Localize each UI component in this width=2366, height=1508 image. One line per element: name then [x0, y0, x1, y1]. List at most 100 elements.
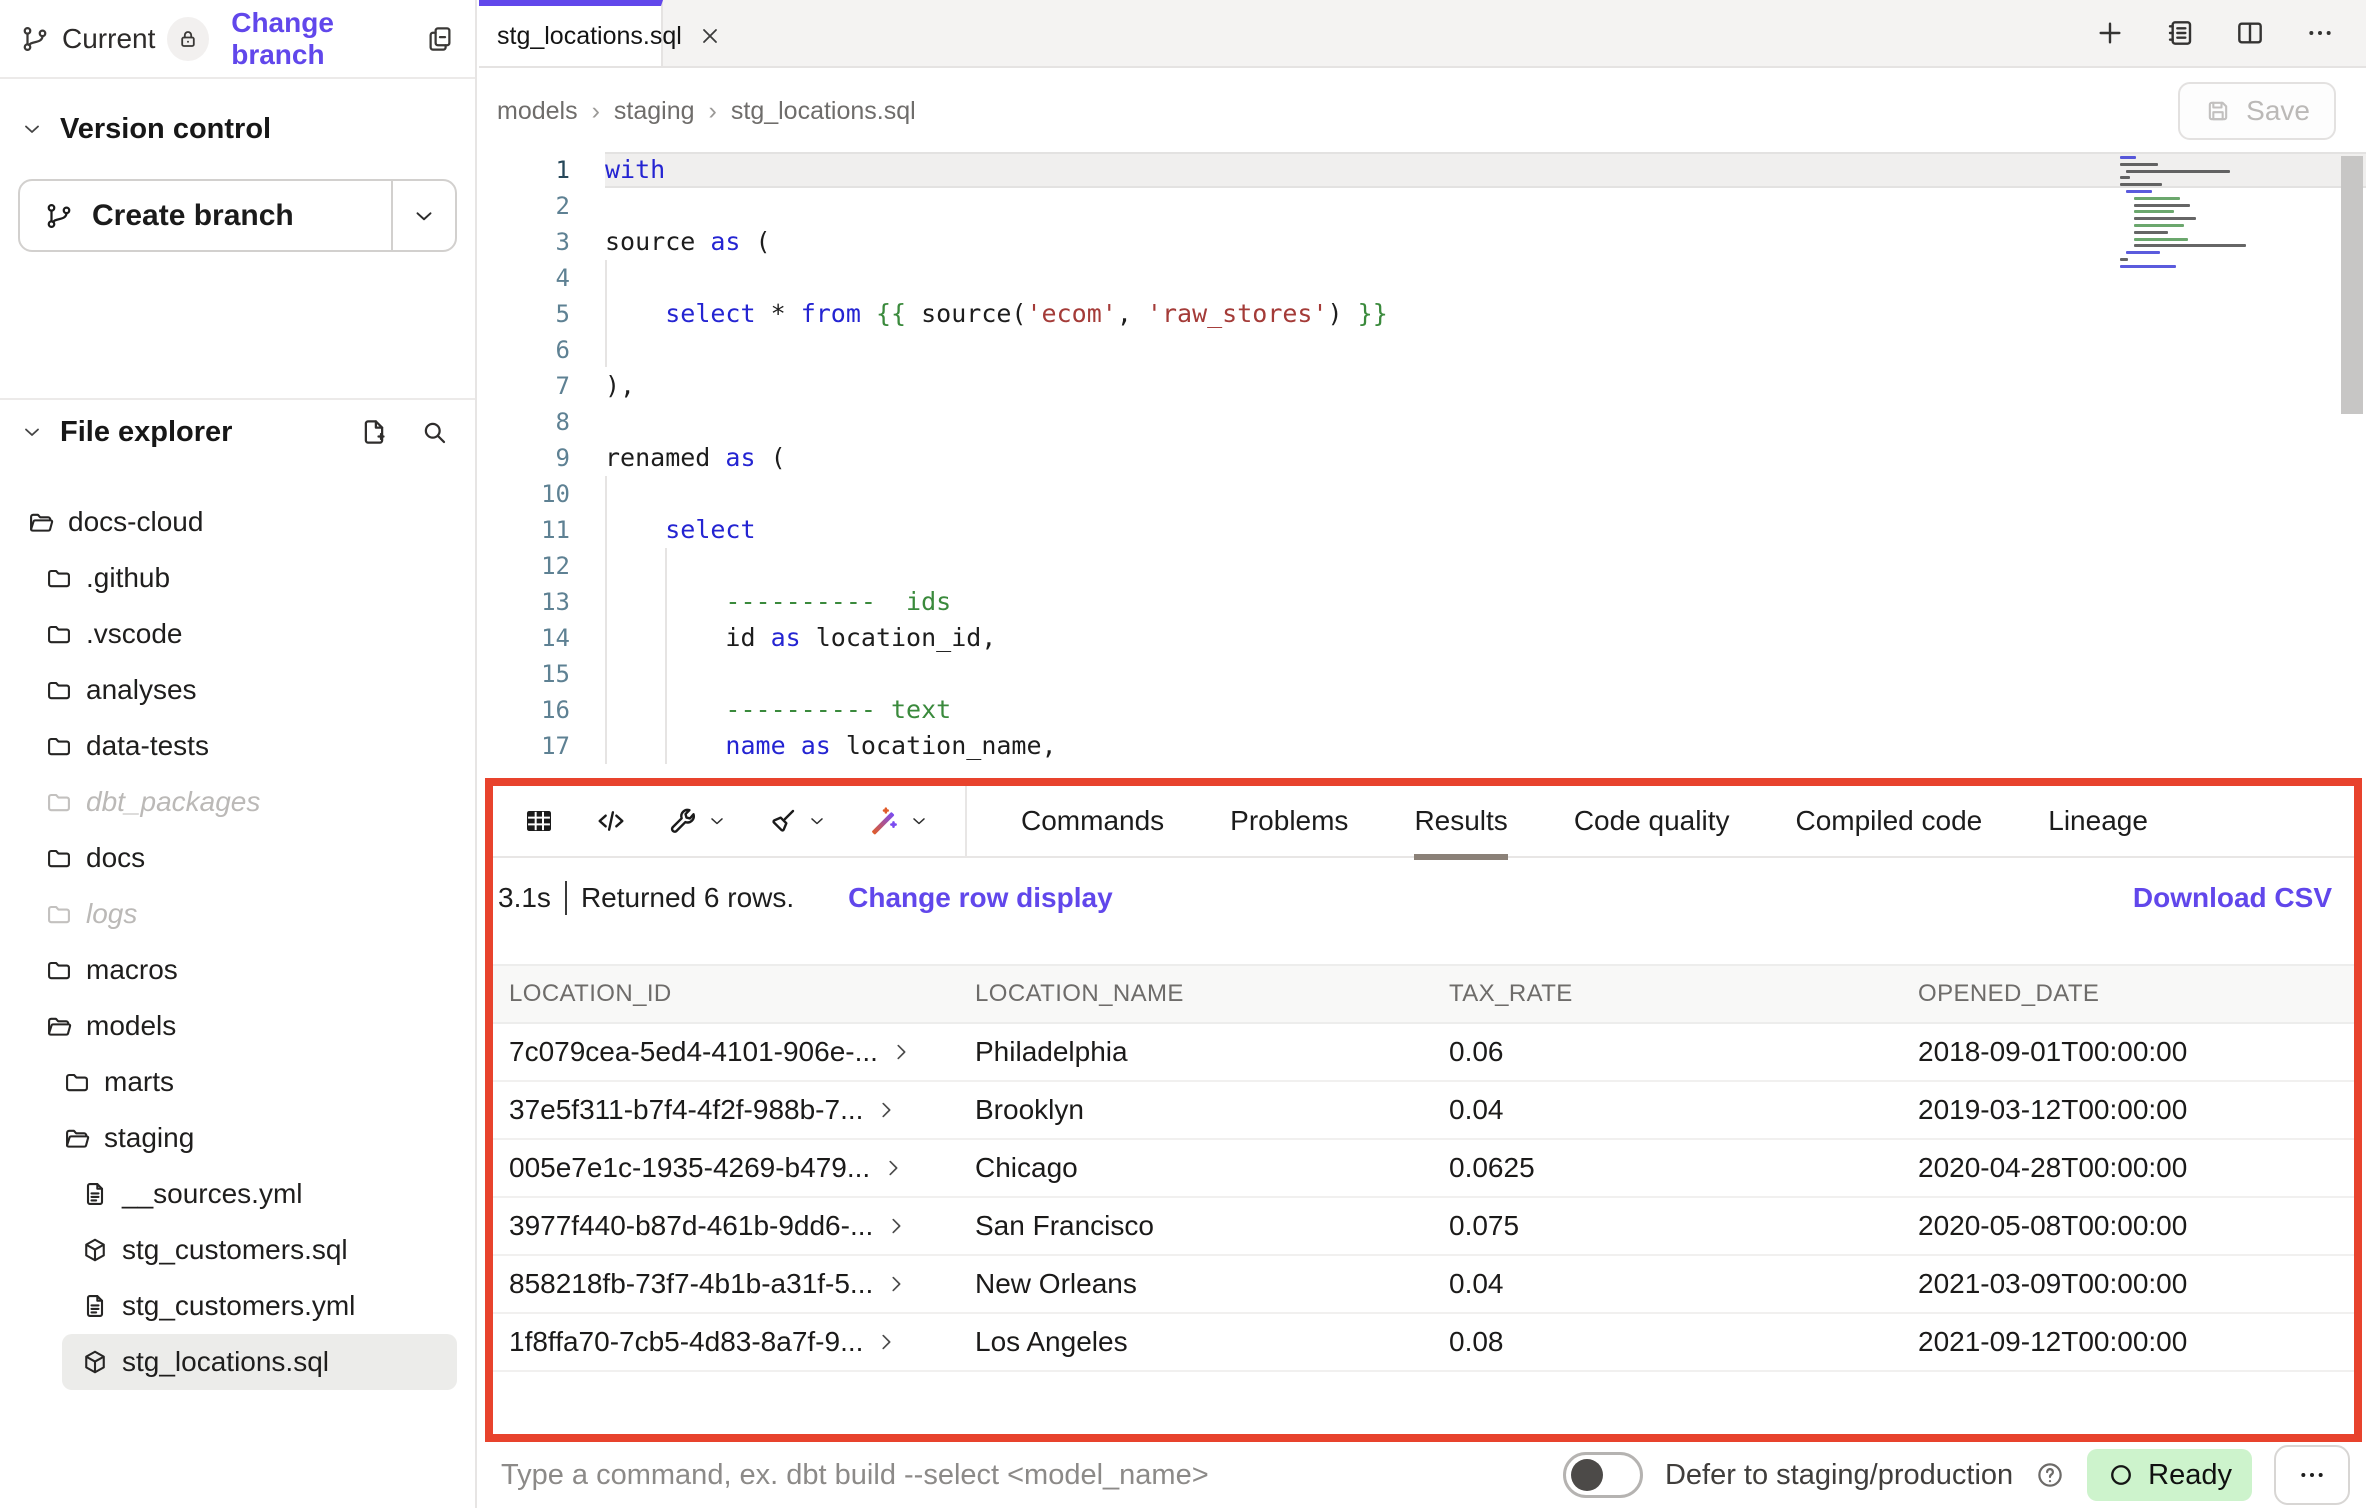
chevron-down-icon [20, 420, 44, 444]
cell-location-name: Brooklyn [959, 1094, 1433, 1126]
defer-toggle[interactable] [1563, 1452, 1643, 1498]
column-header[interactable]: LOCATION_NAME [959, 980, 1433, 1008]
expand-cell-icon[interactable] [885, 1273, 907, 1295]
tree-item-staging[interactable]: staging [0, 1110, 475, 1166]
defer-label: Defer to staging/production [1665, 1459, 2013, 1492]
tree-item-docs[interactable]: docs [0, 830, 475, 886]
editor-scrollbar[interactable] [2341, 156, 2363, 414]
table-row[interactable]: 858218fb-73f7-4b1b-a31f-5... New Orleans… [493, 1256, 2354, 1314]
code-line-5[interactable]: 5 select * from {{ source('ecom', 'raw_s… [479, 296, 2366, 332]
status-ring-icon [2107, 1461, 2135, 1489]
tree-item-data-tests[interactable]: data-tests [0, 718, 475, 774]
tree-item-logs[interactable]: logs [0, 886, 475, 942]
tree-item--github[interactable]: .github [0, 550, 475, 606]
code-line-2[interactable]: 2 [479, 188, 2366, 224]
table-row[interactable]: 005e7e1c-1935-4269-b479... Chicago 0.062… [493, 1140, 2354, 1198]
tree-item-stg-locations-sql[interactable]: stg_locations.sql [62, 1334, 457, 1390]
breadcrumb-item[interactable]: staging [614, 97, 695, 126]
new-file-icon[interactable] [359, 417, 389, 447]
expand-cell-icon[interactable] [875, 1099, 897, 1121]
folder-icon [63, 1068, 91, 1096]
more-options-icon[interactable] [2304, 17, 2336, 49]
tree-item-analyses[interactable]: analyses [0, 662, 475, 718]
table-row[interactable]: 3977f440-b87d-461b-9dd6-... San Francisc… [493, 1198, 2354, 1256]
create-branch-dropdown[interactable] [391, 181, 455, 250]
expand-cell-icon[interactable] [885, 1215, 907, 1237]
code-line-4[interactable]: 4 [479, 260, 2366, 296]
panel-tab-compiled-code[interactable]: Compiled code [1795, 786, 1982, 856]
column-header[interactable]: OPENED_DATE [1902, 980, 2354, 1008]
tree-item-docs-cloud[interactable]: docs-cloud [0, 494, 475, 550]
code-line-8[interactable]: 8 [479, 404, 2366, 440]
more-button[interactable] [2274, 1445, 2350, 1505]
code-line-16[interactable]: 16 ---------- text [479, 692, 2366, 728]
tree-item-stg-customers-sql[interactable]: stg_customers.sql [0, 1222, 475, 1278]
save-button[interactable]: Save [2178, 82, 2336, 140]
tree-item-models[interactable]: models [0, 998, 475, 1054]
code-line-1[interactable]: 1with [479, 152, 2366, 188]
column-header[interactable]: TAX_RATE [1433, 980, 1902, 1008]
version-control-header[interactable]: Version control [0, 97, 475, 161]
panel-tab-results[interactable]: Results [1414, 786, 1507, 856]
code-line-12[interactable]: 12 [479, 548, 2366, 584]
compile-code-button[interactable] [575, 805, 647, 837]
change-row-display-link[interactable]: Change row display [848, 882, 1113, 914]
code-line-15[interactable]: 15 [479, 656, 2366, 692]
file-explorer-header[interactable]: File explorer [0, 400, 475, 464]
code-line-17[interactable]: 17 name as location_name, [479, 728, 2366, 764]
build-menu-button[interactable] [647, 805, 747, 837]
code-line-10[interactable]: 10 [479, 476, 2366, 512]
tree-item--sources-yml[interactable]: __sources.yml [0, 1166, 475, 1222]
table-row[interactable]: 37e5f311-b7f4-4f2f-988b-7... Brooklyn 0.… [493, 1082, 2354, 1140]
cell-location-name: New Orleans [959, 1268, 1433, 1300]
lint-menu-button[interactable] [747, 805, 847, 837]
cell-location-name: Los Angeles [959, 1326, 1433, 1358]
code-line-7[interactable]: 7), [479, 368, 2366, 404]
new-tab-icon[interactable] [2094, 17, 2126, 49]
code-line-6[interactable]: 6 [479, 332, 2366, 368]
table-row[interactable]: 1f8ffa70-7cb5-4d83-8a7f-9... Los Angeles… [493, 1314, 2354, 1372]
code-editor[interactable]: 1with23source as (45 select * from {{ so… [479, 152, 2366, 778]
code-line-11[interactable]: 11 select [479, 512, 2366, 548]
expand-cell-icon[interactable] [882, 1157, 904, 1179]
tree-item-dbt-packages[interactable]: dbt_packages [0, 774, 475, 830]
tree-item--vscode[interactable]: .vscode [0, 606, 475, 662]
help-icon[interactable] [2035, 1460, 2065, 1490]
preview-grid-button[interactable] [503, 805, 575, 837]
panel-tab-problems[interactable]: Problems [1230, 786, 1348, 856]
tab-stg-locations[interactable]: stg_locations.sql [479, 0, 663, 66]
expand-cell-icon[interactable] [890, 1041, 912, 1063]
code-line-3[interactable]: 3source as ( [479, 224, 2366, 260]
ai-fix-menu-button[interactable] [847, 804, 949, 838]
tree-item-marts[interactable]: marts [0, 1054, 475, 1110]
code-line-14[interactable]: 14 id as location_id, [479, 620, 2366, 656]
create-branch-button[interactable]: Create branch [20, 181, 391, 250]
changelog-icon[interactable] [2164, 17, 2196, 49]
panel-tab-lineage[interactable]: Lineage [2048, 786, 2148, 856]
cell-opened-date: 2020-04-28T00:00:00 [1902, 1152, 2354, 1184]
panel-tab-commands[interactable]: Commands [1021, 786, 1164, 856]
breadcrumb-item[interactable]: stg_locations.sql [731, 97, 916, 126]
tree-item-macros[interactable]: macros [0, 942, 475, 998]
tree-item-label: stg_locations.sql [122, 1346, 329, 1378]
search-icon[interactable] [419, 417, 449, 447]
change-branch-link[interactable]: Change branch [231, 7, 425, 71]
split-view-icon[interactable] [2234, 17, 2266, 49]
wrench-icon [667, 805, 699, 837]
minimap[interactable] [2120, 156, 2250, 276]
table-row[interactable]: 7c079cea-5ed4-4101-906e-... Philadelphia… [493, 1024, 2354, 1082]
close-icon[interactable] [698, 24, 722, 48]
indent-guide [605, 260, 607, 367]
lock-icon [176, 27, 200, 51]
code-line-13[interactable]: 13 ---------- ids [479, 584, 2366, 620]
tree-item-stg-customers-yml[interactable]: stg_customers.yml [0, 1278, 475, 1334]
breadcrumb-item[interactable]: models [497, 97, 578, 126]
code-line-9[interactable]: 9renamed as ( [479, 440, 2366, 476]
copy-icon[interactable] [425, 24, 455, 54]
expand-cell-icon[interactable] [875, 1331, 897, 1353]
column-header[interactable]: LOCATION_ID [493, 980, 959, 1008]
panel-tab-code-quality[interactable]: Code quality [1574, 786, 1730, 856]
command-input[interactable]: Type a command, ex. dbt build --select <… [501, 1459, 1541, 1492]
line-number: 17 [479, 728, 570, 764]
download-csv-link[interactable]: Download CSV [2133, 882, 2332, 914]
